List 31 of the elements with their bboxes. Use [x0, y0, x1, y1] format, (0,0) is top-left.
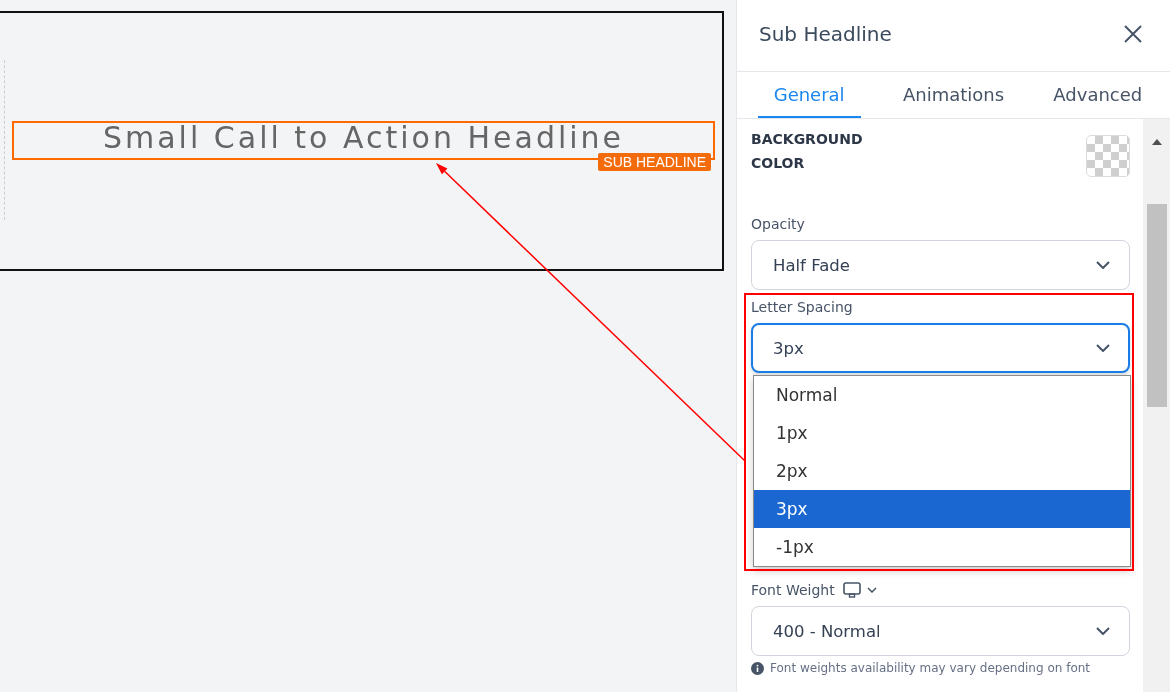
dropdown-option[interactable]: Normal [754, 376, 1130, 414]
info-icon [751, 661, 764, 675]
close-icon [1124, 24, 1142, 43]
checker-swatch-icon[interactable] [1086, 135, 1130, 177]
select-field[interactable]: Half Fade [751, 240, 1130, 290]
scrollbar[interactable] [1143, 119, 1170, 692]
chevron-down-icon [1096, 344, 1110, 352]
element-type-badge: SUB HEADLINE [598, 153, 711, 171]
headline-text: Small Call to Action Headline [102, 124, 625, 152]
tab[interactable]: General [757, 72, 861, 118]
monitor-icon[interactable] [842, 582, 861, 598]
panel-title: Sub Headline [759, 21, 892, 46]
field-label: Opacity [751, 215, 805, 234]
field-label: Letter Spacing [751, 298, 853, 317]
dropdown-option[interactable]: 1px [754, 414, 1130, 452]
dropdown-option[interactable]: -1px [754, 528, 1130, 566]
dropdown-option[interactable]: 3px [754, 490, 1130, 528]
close-button[interactable] [1124, 24, 1142, 43]
scrollbar-thumb[interactable] [1146, 204, 1167, 407]
tab[interactable]: Animations [886, 72, 1021, 118]
scroll-up-arrow-icon[interactable] [1151, 139, 1162, 145]
field-label: BACKGROUND COLOR [751, 130, 864, 173]
select-field[interactable]: 400 - Normal [751, 606, 1130, 656]
chevron-down-icon [1096, 261, 1110, 269]
chevron-down-icon[interactable] [866, 587, 877, 593]
select-field[interactable]: 3px [751, 323, 1130, 373]
field-label: Font Weight [751, 581, 835, 600]
chevron-down-icon [1096, 627, 1110, 635]
dropdown-option[interactable]: 2px [754, 452, 1130, 490]
tab[interactable]: Advanced [1037, 72, 1159, 118]
field-note: Font weights availability may vary depending on font [770, 660, 1091, 676]
